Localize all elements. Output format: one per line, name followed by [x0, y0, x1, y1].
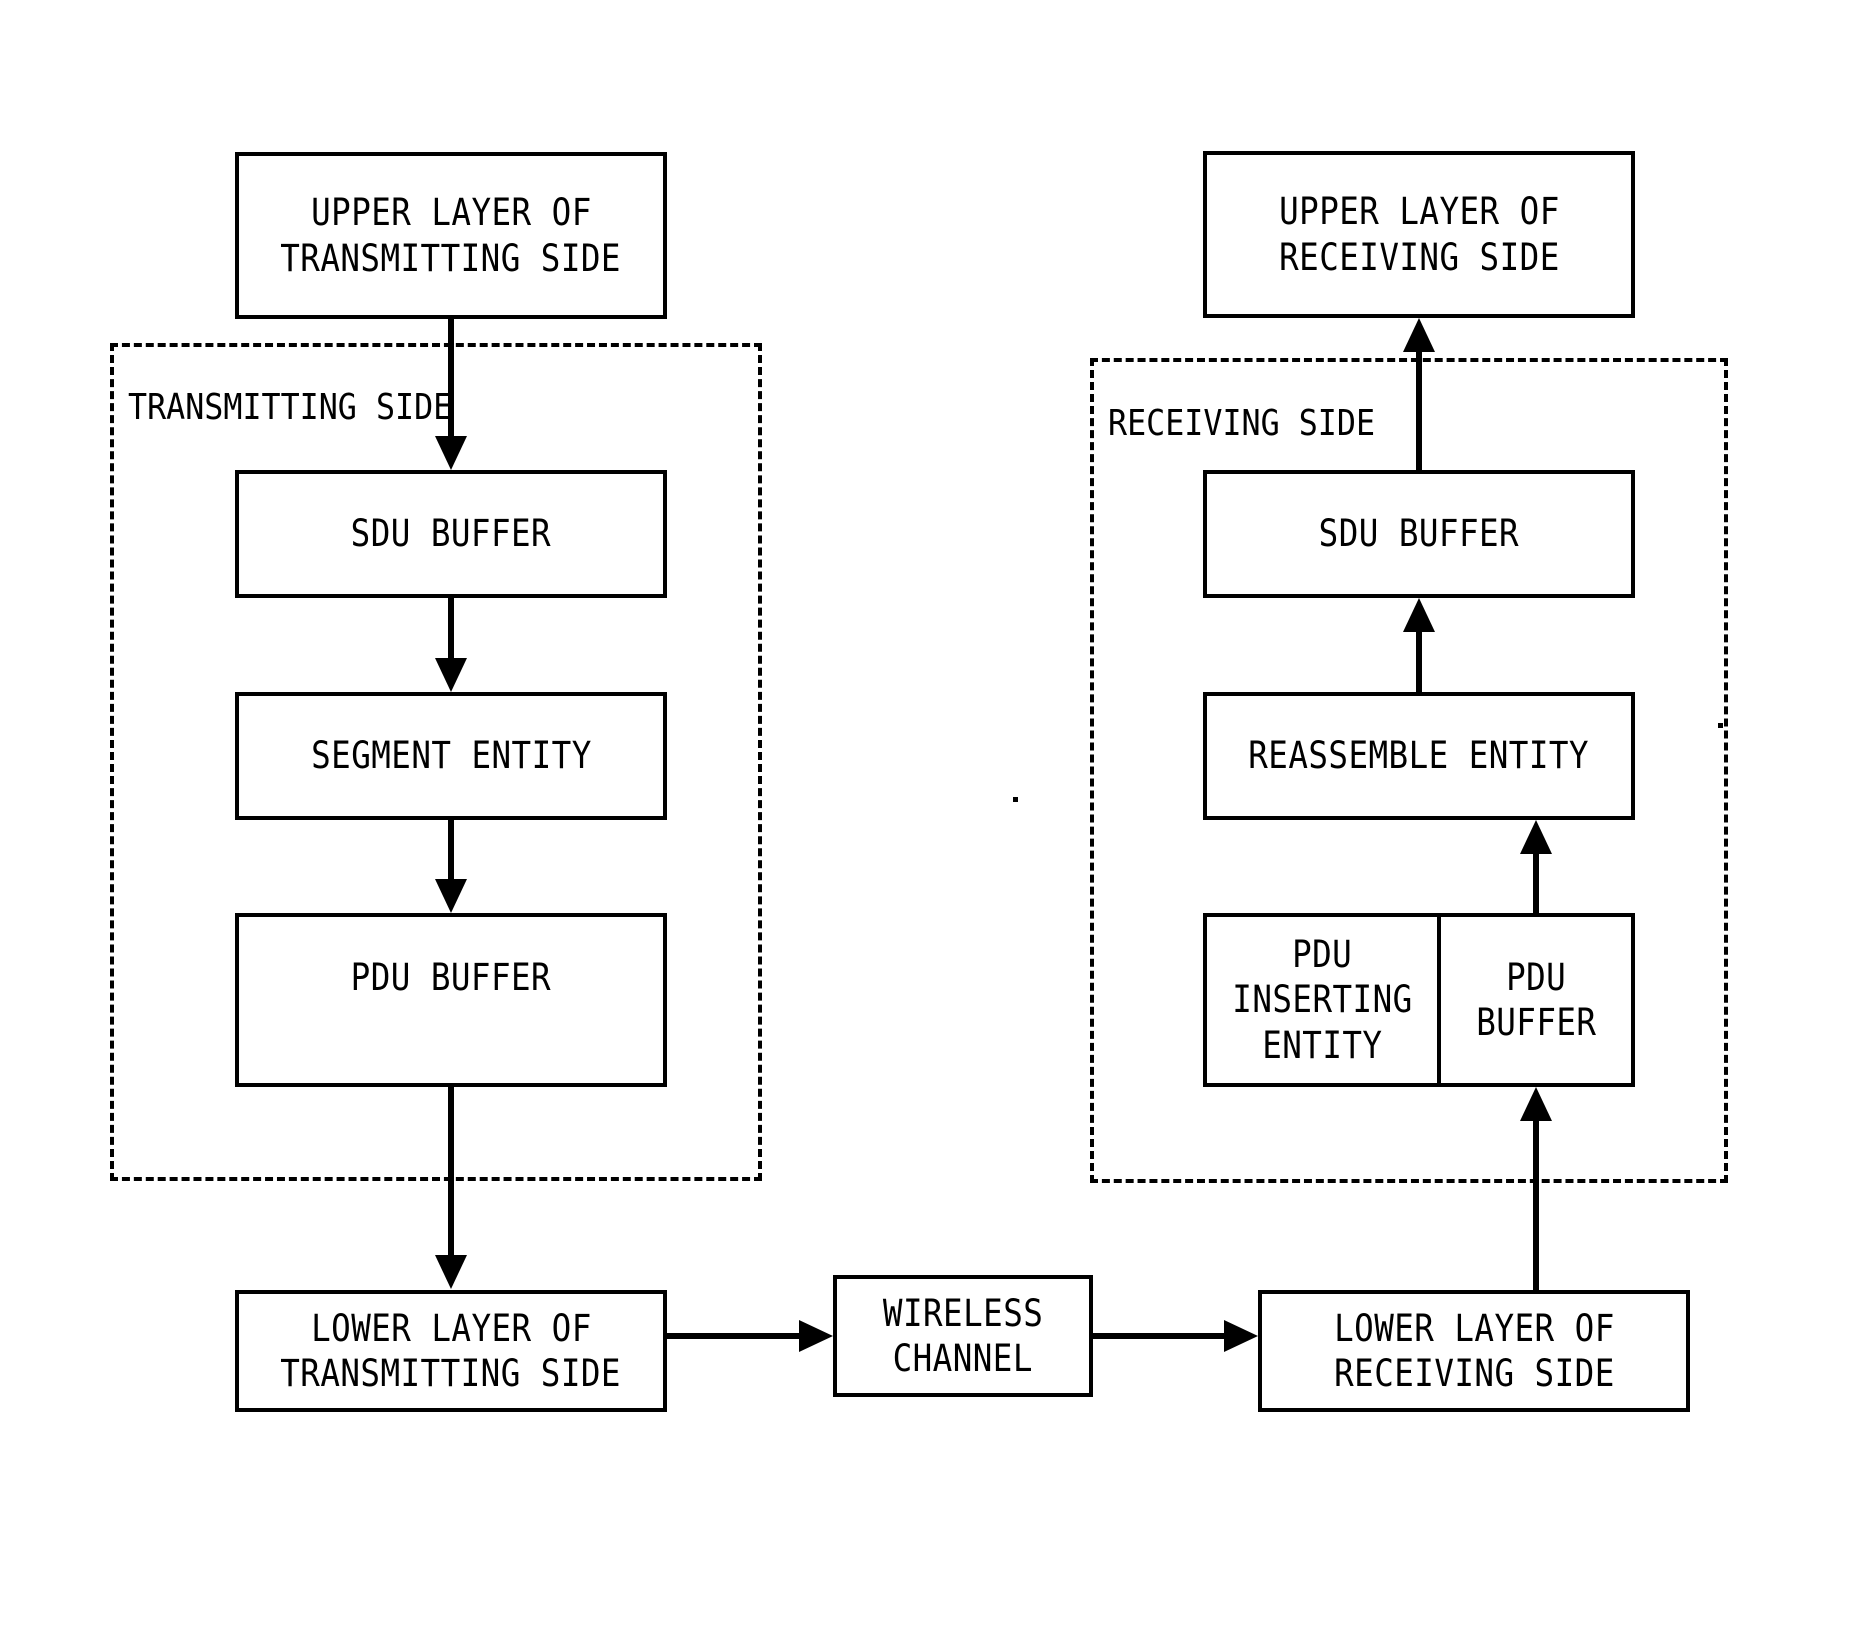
block-label-line: LOWER LAYER OF	[310, 1306, 592, 1350]
connector-reassemble-to-sdu-rx	[1416, 632, 1422, 692]
connector-segment-to-pdu-tx	[448, 820, 454, 879]
receiving-side-group	[1090, 358, 1728, 1183]
connector-channel-to-lower-rx	[1093, 1333, 1225, 1339]
block-upper-layer-receiving: UPPER LAYER OF RECEIVING SIDE	[1203, 151, 1635, 318]
arrowhead-channel-to-lower-rx	[1224, 1320, 1258, 1352]
block-wireless-channel: WIRELESS CHANNEL	[833, 1275, 1093, 1397]
arrowhead-lower-rx-to-pdu-buffer	[1520, 1087, 1552, 1121]
block-upper-layer-transmitting: UPPER LAYER OF TRANSMITTING SIDE	[235, 152, 667, 319]
block-label-line: RECEIVING SIDE	[1333, 1352, 1615, 1395]
connector-pdu-buffer-to-reassemble	[1533, 854, 1539, 913]
arrowhead-lower-tx-to-channel	[799, 1320, 833, 1352]
connector-sdu-rx-to-upper-rx	[1416, 352, 1422, 470]
connector-pdu-to-lower-tx	[448, 1087, 454, 1255]
scan-speck	[1013, 797, 1018, 802]
block-label-line: WIRELESS	[882, 1291, 1044, 1335]
arrowhead-reassemble-to-sdu-rx	[1403, 598, 1435, 632]
transmitting-side-group-label: TRANSMITTING SIDE	[128, 387, 453, 428]
connector-lower-tx-to-channel	[667, 1333, 801, 1339]
block-label-line: TRANSMITTING SIDE	[280, 236, 622, 280]
arrowhead-upper-to-sdu-tx	[435, 436, 467, 470]
arrowhead-sdu-to-segment-tx	[435, 658, 467, 692]
block-lower-layer-transmitting: LOWER LAYER OF TRANSMITTING SIDE	[235, 1290, 667, 1412]
connector-sdu-to-segment-tx	[448, 598, 454, 658]
scan-speck	[1718, 723, 1723, 728]
arrowhead-segment-to-pdu-tx	[435, 879, 467, 913]
connector-lower-rx-to-pdu-buffer	[1533, 1121, 1539, 1290]
receiving-side-group-label: RECEIVING SIDE	[1108, 403, 1376, 444]
connector-upper-to-sdu-tx	[448, 319, 454, 437]
block-label-line: TRANSMITTING SIDE	[280, 1352, 622, 1395]
block-label-line: LOWER LAYER OF	[1333, 1306, 1615, 1350]
arrowhead-pdu-to-lower-tx	[435, 1255, 467, 1289]
arrowhead-sdu-rx-to-upper-rx	[1403, 318, 1435, 352]
block-label-line: CHANNEL	[892, 1337, 1034, 1380]
block-label-line: UPPER LAYER OF	[310, 191, 592, 235]
arrowhead-pdu-buffer-to-reassemble	[1520, 820, 1552, 854]
figure-canvas: TRANSMITTING SIDE RECEIVING SIDE UPPER L…	[0, 0, 1851, 1648]
block-label-line: UPPER LAYER OF	[1278, 190, 1560, 234]
block-label-line: RECEIVING SIDE	[1278, 235, 1560, 279]
block-lower-layer-receiving: LOWER LAYER OF RECEIVING SIDE	[1258, 1290, 1690, 1412]
